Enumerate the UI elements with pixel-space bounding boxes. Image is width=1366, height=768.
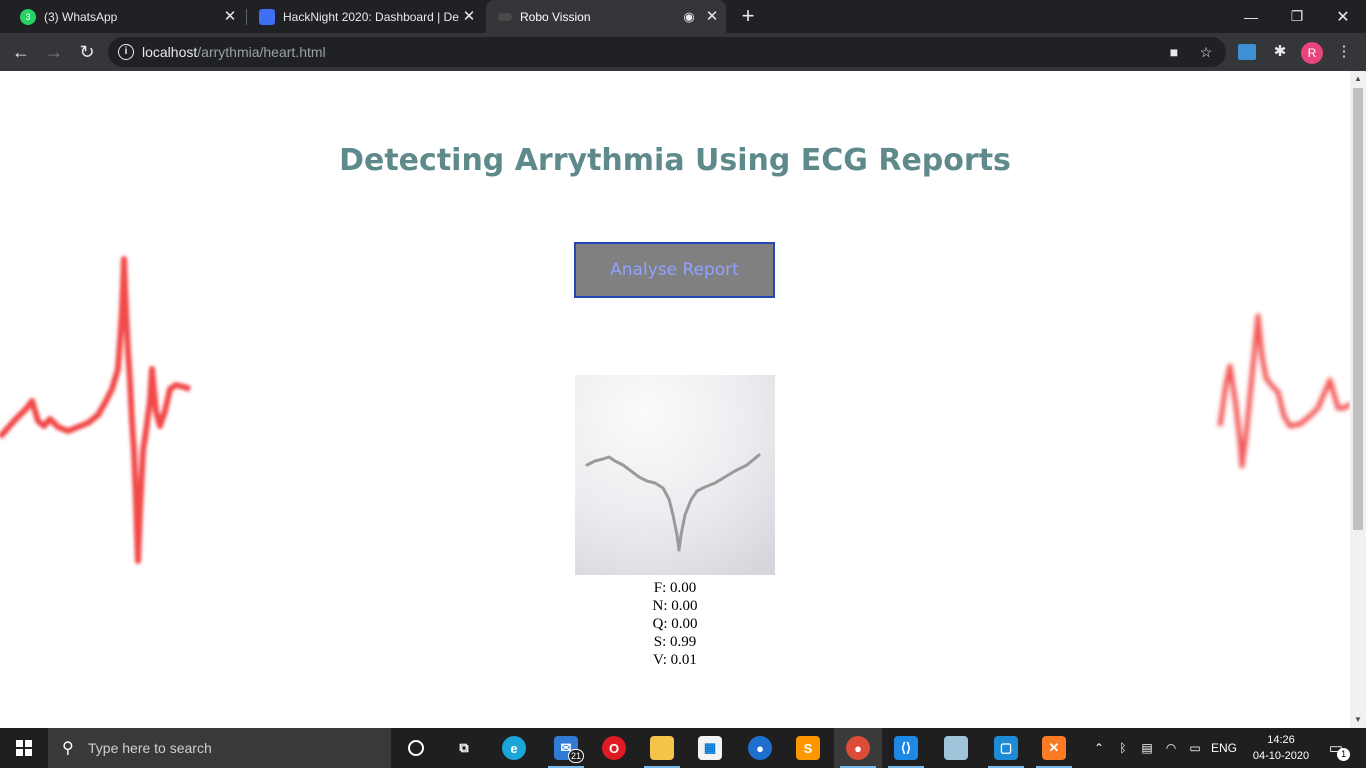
- taskbar-search[interactable]: ⚲ Type here to search: [48, 728, 391, 768]
- forward-icon[interactable]: →: [40, 38, 68, 66]
- tab-title: HackNight 2020: Dashboard | De: [283, 9, 459, 24]
- store-icon: ▦: [698, 736, 722, 760]
- bluetooth-icon[interactable]: ᛒ: [1114, 728, 1132, 768]
- analyse-report-button[interactable]: Analyse Report: [574, 242, 775, 298]
- xampp-icon: ✕: [1042, 736, 1066, 760]
- vertical-scrollbar[interactable]: ▲ ▼: [1350, 71, 1366, 728]
- cortana-icon: [408, 740, 424, 756]
- scrollbar-thumb[interactable]: [1353, 88, 1363, 530]
- cortana-button[interactable]: [392, 728, 440, 768]
- result-f: F: 0.00: [653, 580, 697, 596]
- docs-icon: [259, 8, 275, 25]
- close-tab-icon[interactable]: ✕: [704, 8, 720, 25]
- page-title: Detecting Arrythmia Using ECG Reports: [339, 143, 1011, 178]
- result-v: V: 0.01: [653, 652, 697, 668]
- scroll-up-icon[interactable]: ▲: [1354, 75, 1362, 83]
- windows-icon: [16, 740, 32, 756]
- app-button[interactable]: [932, 728, 980, 768]
- notification-center-icon[interactable]: ▭ 1: [1320, 728, 1352, 768]
- media-playing-icon: ◉: [683, 8, 695, 24]
- scroll-down-icon[interactable]: ▼: [1354, 716, 1362, 724]
- url-path: /arrythmia/heart.html: [197, 44, 326, 60]
- edge-button[interactable]: e: [490, 728, 538, 768]
- tab-title: Robo Vission: [520, 9, 591, 24]
- vscode-icon: ⟨⟩: [894, 736, 918, 760]
- folder-icon: [650, 736, 674, 760]
- reload-icon[interactable]: ↻: [73, 38, 101, 66]
- close-tab-icon[interactable]: ✕: [222, 8, 238, 25]
- start-button[interactable]: [0, 728, 48, 768]
- tab-hacknight[interactable]: HackNight 2020: Dashboard | De ✕: [247, 0, 483, 33]
- system-clock[interactable]: 14:26 04-10-2020: [1246, 732, 1316, 764]
- windows-taskbar: ⚲ Type here to search ⧉ e ✉ 21 O ▦ ● S ● …: [0, 728, 1366, 768]
- minimize-icon[interactable]: —: [1228, 0, 1274, 33]
- opera-icon: O: [602, 736, 626, 760]
- puzzle-icon[interactable]: ✱: [1270, 42, 1290, 62]
- url-text[interactable]: localhost/arrythmia/heart.html: [142, 44, 326, 60]
- firefox-icon: ●: [748, 736, 772, 760]
- new-tab-button[interactable]: +: [736, 5, 760, 29]
- tab-strip: 3 (3) WhatsApp ✕ HackNight 2020: Dashboa…: [0, 0, 1366, 33]
- clock-date: 04-10-2020: [1252, 750, 1310, 762]
- menu-icon[interactable]: ⋮: [1334, 42, 1354, 62]
- vscode-button[interactable]: ⟨⟩: [882, 728, 930, 768]
- tab-title: (3) WhatsApp: [44, 9, 118, 24]
- firefox-button[interactable]: ●: [736, 728, 784, 768]
- app-icon: [944, 736, 968, 760]
- app2-button[interactable]: ▢: [982, 728, 1030, 768]
- avatar[interactable]: R: [1301, 42, 1323, 64]
- chrome-button[interactable]: ●: [834, 728, 882, 768]
- info-icon[interactable]: i: [118, 44, 134, 60]
- sublime-button[interactable]: S: [784, 728, 832, 768]
- chrome-icon: ●: [846, 736, 870, 760]
- task-view-button[interactable]: ⧉: [440, 728, 488, 768]
- page-viewport: Detecting Arrythmia Using ECG Reports An…: [0, 71, 1350, 728]
- language-indicator[interactable]: ENG: [1208, 728, 1240, 768]
- browser-toolbar: ← → ↻ i localhost/arrythmia/heart.html ■…: [0, 33, 1366, 71]
- ecg-report-image: [575, 375, 775, 575]
- tab-whatsapp[interactable]: 3 (3) WhatsApp ✕: [8, 0, 244, 33]
- keyboard-icon[interactable]: ▤: [1138, 728, 1156, 768]
- tab-robo-vission[interactable]: Robo Vission ◉ ✕: [486, 0, 726, 33]
- result-q: Q: 0.00: [652, 616, 698, 632]
- store-button[interactable]: ▦: [686, 728, 734, 768]
- battery-icon[interactable]: ▭: [1186, 728, 1204, 768]
- file-explorer-button[interactable]: [638, 728, 686, 768]
- edge-icon: e: [502, 736, 526, 760]
- opera-button[interactable]: O: [590, 728, 638, 768]
- tray-overflow-icon[interactable]: ⌃: [1090, 728, 1108, 768]
- search-placeholder: Type here to search: [88, 740, 212, 756]
- ecg-decoration-right: [1217, 313, 1350, 469]
- mail-badge: 21: [568, 749, 584, 763]
- app2-icon: ▢: [994, 736, 1018, 760]
- mail-button[interactable]: ✉ 21: [542, 728, 590, 768]
- result-s: S: 0.99: [653, 634, 697, 650]
- clock-time: 14:26: [1267, 734, 1295, 746]
- notification-badge: 1: [1337, 748, 1351, 761]
- star-icon[interactable]: ☆: [1198, 44, 1214, 60]
- result-n: N: 0.00: [652, 598, 698, 614]
- wifi-icon[interactable]: ◠: [1162, 728, 1180, 768]
- task-view-icon: ⧉: [459, 740, 469, 755]
- search-icon: ⚲: [62, 740, 74, 757]
- robo-icon: [498, 12, 512, 21]
- whatsapp-icon: 3: [20, 8, 36, 25]
- camera-icon[interactable]: ■: [1166, 44, 1182, 60]
- back-icon[interactable]: ←: [7, 38, 35, 66]
- prediction-results: F: 0.00 N: 0.00 Q: 0.00 S: 0.99 V: 0.01: [575, 579, 775, 669]
- extension-icon[interactable]: [1238, 44, 1256, 60]
- url-host: localhost: [142, 44, 198, 60]
- address-bar[interactable]: i localhost/arrythmia/heart.html ■ ☆: [108, 37, 1226, 67]
- close-tab-icon[interactable]: ✕: [461, 8, 477, 25]
- xampp-button[interactable]: ✕: [1030, 728, 1078, 768]
- restore-icon[interactable]: ❐: [1274, 0, 1320, 33]
- ecg-decoration-left: [0, 256, 191, 564]
- close-window-icon[interactable]: ✕: [1320, 0, 1366, 33]
- sublime-icon: S: [796, 736, 820, 760]
